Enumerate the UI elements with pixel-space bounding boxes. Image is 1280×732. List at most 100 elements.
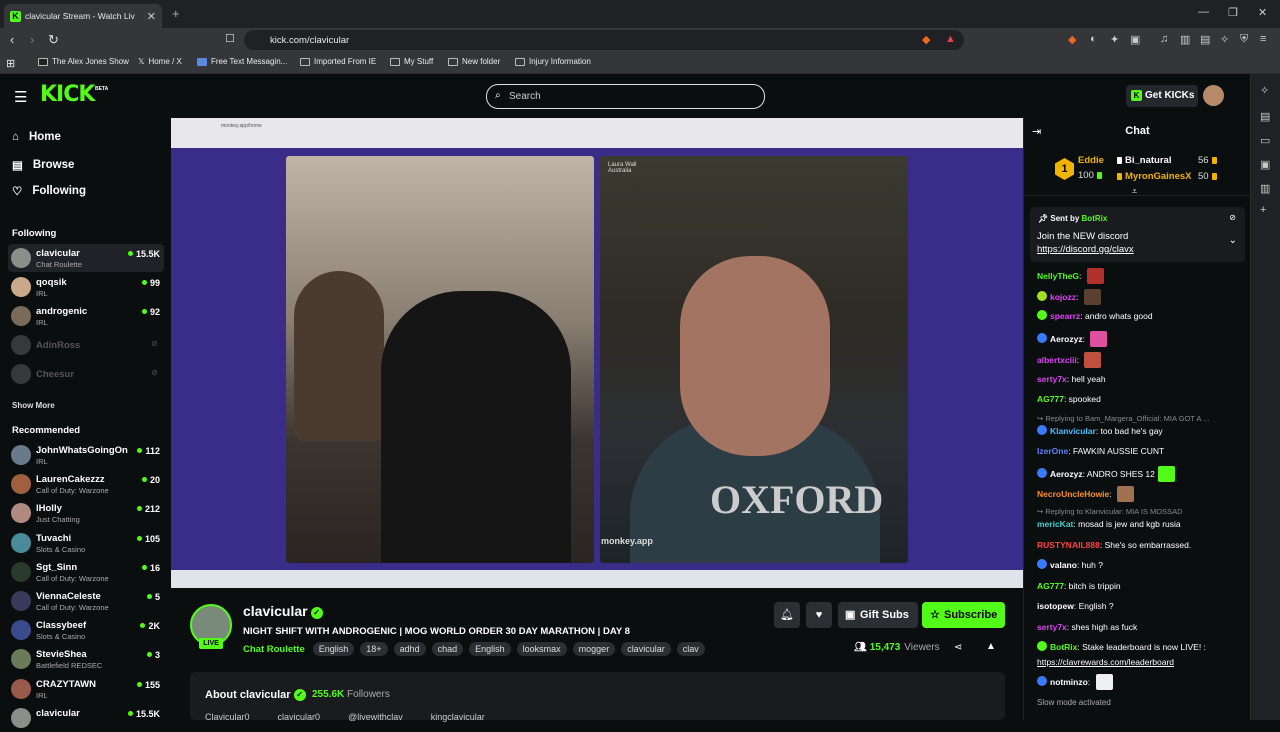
category-link[interactable]: Chat Roulette <box>243 644 305 655</box>
sidebar-channel-androgenic[interactable]: androgenic IRL 92 <box>8 302 164 330</box>
url-field[interactable]: kick.com/clavicular <box>244 30 964 50</box>
sidebar-channel-clavicular[interactable]: clavicular Chat Roulette 15.5K <box>8 244 164 272</box>
chat-username[interactable]: serty7x <box>1037 622 1067 632</box>
bookmark-folder[interactable]: New folder <box>448 57 500 66</box>
sidebar-channel-crazytawn[interactable]: CRAZYTAWN IRL 155 <box>8 675 164 703</box>
menu-icon[interactable]: ≡ <box>1260 33 1266 45</box>
bookmark-folder[interactable]: Injury Information <box>515 57 591 66</box>
stream-tag[interactable]: clav <box>676 642 705 656</box>
puzzle-icon[interactable]: ✦ <box>1110 33 1119 46</box>
tiktok-link[interactable]: kingclavicular <box>431 712 485 722</box>
brave-shield-icon[interactable]: ◆ <box>922 33 930 46</box>
bookmark-folder[interactable]: My Stuff <box>390 57 433 66</box>
sidebar-channel-cheesur[interactable]: Cheesur ⊘ <box>8 360 164 388</box>
back-icon[interactable]: ‹ <box>10 32 14 47</box>
x-link[interactable]: clavicular0 <box>278 712 321 722</box>
video-player[interactable]: monkey.app/home Laura Wall Australia OXFO… <box>171 118 1023 588</box>
notification-bell-button[interactable]: 🔔︎ <box>774 602 800 628</box>
stream-tag[interactable]: mogger <box>572 642 616 656</box>
stream-tag[interactable]: adhd <box>393 642 426 656</box>
bookmark-icon[interactable]: ☐ <box>225 32 235 45</box>
stream-tag[interactable]: chad <box>431 642 464 656</box>
chat-username[interactable]: BotRix <box>1050 642 1077 652</box>
chat-username[interactable]: kojozz <box>1050 292 1076 302</box>
unpin-icon[interactable]: ⊘ <box>1229 213 1236 222</box>
stream-tag[interactable]: 18+ <box>360 642 388 656</box>
chat-username[interactable]: AG777 <box>1037 394 1064 404</box>
get-kicks-button[interactable]: K Get KICKs <box>1126 85 1198 107</box>
nav-home[interactable]: ⌂ Home <box>12 131 61 143</box>
chat-username[interactable]: isotopew <box>1037 601 1074 611</box>
chat-username[interactable]: valano <box>1050 560 1077 570</box>
kick-logo[interactable]: KICK <box>40 82 95 107</box>
sidebar-channel-adinross[interactable]: AdinRoss ⊘ <box>8 331 164 359</box>
wallet-icon[interactable]: ▤ <box>1200 33 1210 46</box>
sidebar-channel-classybeef[interactable]: Classybeef Slots & Casino 2K <box>8 616 164 644</box>
nav-browse[interactable]: ▤ Browse <box>12 158 74 172</box>
instagram-link[interactable]: Clavicular0 <box>205 712 250 722</box>
media-icon[interactable]: ▣ <box>1130 33 1140 46</box>
chat-username[interactable]: spearrz <box>1050 311 1080 321</box>
extension-icon[interactable]: ◐ <box>1090 33 1097 45</box>
chat-username[interactable]: serty7x <box>1037 374 1067 384</box>
reload-icon[interactable]: ↻ <box>48 32 59 48</box>
sidebar-channel-sgt_sinn[interactable]: Sgt_Sinn Call of Duty: Warzone 16 <box>8 558 164 586</box>
browser-tab[interactable]: K clavicular Stream - Watch Liv ✕ <box>4 4 162 28</box>
user-avatar[interactable] <box>1203 85 1224 106</box>
wallet-icon[interactable]: ▤ <box>1260 110 1270 123</box>
gift-subs-button[interactable]: ▣ Gift Subs <box>838 602 918 628</box>
bookmarks-icon[interactable]: ▣ <box>1260 158 1270 171</box>
nav-following[interactable]: ♡ Following <box>12 184 86 198</box>
sidebar-channel-tuvachi[interactable]: Tuvachi Slots & Casino 105 <box>8 529 164 557</box>
follow-button[interactable]: ♥ <box>806 602 832 628</box>
pinned-link[interactable]: https://discord.gg/clavx <box>1037 244 1134 255</box>
report-icon[interactable]: ▲ <box>986 641 996 652</box>
show-more-link[interactable]: Show More <box>12 401 55 410</box>
share-icon[interactable]: ⋖ <box>954 642 962 653</box>
bookmark-item[interactable]: 𝕏 Home / X <box>138 57 182 66</box>
social-link[interactable]: @livewithclav <box>348 712 403 722</box>
leo-icon[interactable]: ✧ <box>1220 33 1229 46</box>
chat-username[interactable]: RUSTYNAIL888 <box>1037 540 1100 550</box>
sidebar-toggle-icon[interactable]: ▥ <box>1180 33 1190 46</box>
rewards-icon[interactable]: ▲ <box>945 33 956 45</box>
chat-username[interactable]: Klanvicular <box>1050 426 1096 436</box>
sidebar-channel-stevieshea[interactable]: StevieShea Battlefield REDSEC 3 <box>8 645 164 673</box>
chat-username[interactable]: albertxciii <box>1037 355 1077 365</box>
restore-icon[interactable]: ❐ <box>1228 6 1238 19</box>
reading-list-icon[interactable]: ▭ <box>1260 134 1270 147</box>
sidebar-channel-laurencakezzz[interactable]: LaurenCakezzz Call of Duty: Warzone 20 <box>8 470 164 498</box>
sidebar-channel-viennaceleste[interactable]: ViennaCeleste Call of Duty: Warzone 5 <box>8 587 164 615</box>
chevron-down-icon[interactable]: ⌄ <box>1229 235 1237 246</box>
stream-tag[interactable]: English <box>312 642 355 656</box>
new-tab-icon[interactable]: + <box>172 6 180 21</box>
sidebar-channel-qoqsik[interactable]: qoqsik IRL 99 <box>8 273 164 301</box>
sidebar-channel-johnwhatsgoingon[interactable]: JohnWhatsGoingOn IRL 112 <box>8 441 164 469</box>
forward-icon[interactable]: › <box>30 32 34 47</box>
channel-name[interactable]: clavicular ✓ <box>243 603 323 619</box>
chat-username[interactable]: AG777 <box>1037 581 1064 591</box>
apps-icon[interactable]: ⊞ <box>6 57 15 70</box>
close-tab-icon[interactable]: ✕ <box>147 10 156 23</box>
search-input[interactable]: ⌕ Search <box>486 84 765 109</box>
bookmark-item[interactable]: Free Text Messagin... <box>197 57 287 66</box>
chat-username[interactable]: IzerOne <box>1037 446 1068 456</box>
music-icon[interactable]: ♫ <box>1160 33 1168 45</box>
stream-tag[interactable]: English <box>469 642 511 656</box>
chat-username[interactable]: mericKat <box>1037 519 1073 529</box>
sidebar-channel-clavicular[interactable]: clavicular 15.5K <box>8 704 164 732</box>
history-icon[interactable]: ▥ <box>1260 182 1270 195</box>
chat-link[interactable]: https://clavrewards.com/leaderboard <box>1037 656 1174 668</box>
stream-tag[interactable]: clavicular <box>621 642 671 656</box>
chat-username[interactable]: Aerozyz <box>1050 469 1083 479</box>
close-window-icon[interactable]: ✕ <box>1258 6 1267 19</box>
minimize-icon[interactable]: — <box>1198 6 1209 18</box>
stream-tag[interactable]: looksmax <box>516 642 567 656</box>
chat-username[interactable]: Aerozyz <box>1050 334 1083 344</box>
subscribe-button[interactable]: ☆ Subscribe <box>922 602 1005 628</box>
bookmark-folder[interactable]: Imported From IE <box>300 57 376 66</box>
leo-ai-icon[interactable]: ✧ <box>1260 84 1269 97</box>
extension-fox-icon[interactable]: ◆ <box>1068 33 1076 46</box>
vpn-icon[interactable]: ⛨ <box>1240 33 1248 46</box>
chat-username[interactable]: NellyTheG <box>1037 271 1079 281</box>
